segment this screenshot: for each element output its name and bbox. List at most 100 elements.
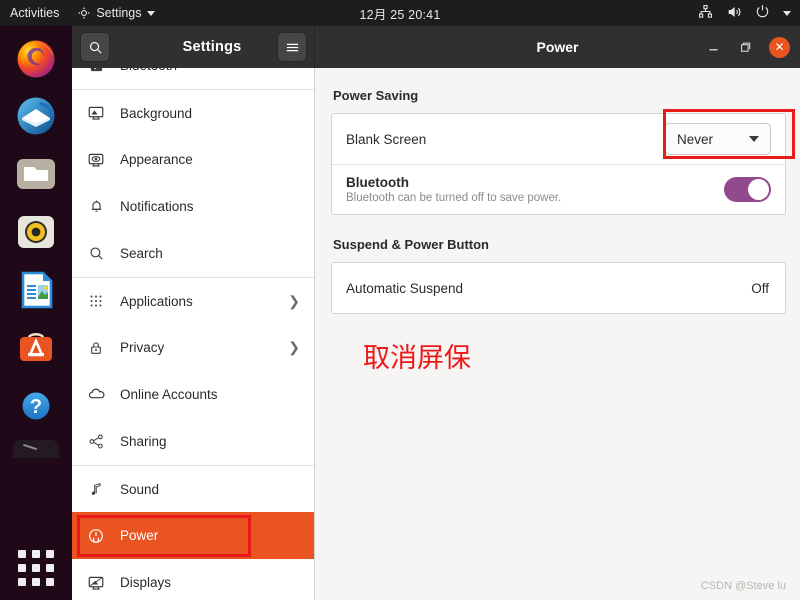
thunderbird-icon: [17, 97, 55, 135]
sidebar-item-displays[interactable]: Displays: [72, 559, 314, 600]
search-button[interactable]: [80, 32, 110, 62]
sidebar-item-label: Notifications: [120, 199, 194, 214]
system-tray: [698, 0, 791, 26]
appearance-monitor-icon: [86, 150, 106, 170]
bluetooth-text: Bluetooth Bluetooth can be turned off to…: [346, 175, 724, 204]
dock-item-firefox[interactable]: [12, 34, 60, 82]
grid-dot: [46, 550, 54, 558]
tray-caret-down-icon[interactable]: [783, 10, 791, 16]
help-question-icon: ?: [22, 392, 50, 420]
hamburger-menu-icon: [286, 43, 298, 51]
minimize-icon: [708, 48, 718, 50]
sidebar-item-notifications[interactable]: Notifications: [72, 183, 314, 230]
grid-dot: [32, 564, 40, 572]
grid-dot: [46, 578, 54, 586]
power-saving-card: Blank Screen Never Bluetooth Bluetooth c…: [331, 113, 786, 215]
suspend-card: Automatic Suspend Off: [331, 262, 786, 314]
libreoffice-writer-icon: [21, 271, 53, 309]
sidebar-item-bluetooth[interactable]: Bluetooth: [72, 68, 314, 89]
window-titlebar: Settings Power ✕: [72, 26, 800, 68]
maximize-button[interactable]: [737, 39, 753, 55]
bluetooth-description: Bluetooth can be turned off to save powe…: [346, 192, 562, 204]
dock-item-files[interactable]: [12, 150, 60, 198]
power-saving-heading: Power Saving: [333, 88, 419, 103]
grid-dot: [46, 564, 54, 572]
sidebar-item-label: Sound: [120, 481, 160, 497]
ubuntu-software-icon: [20, 333, 52, 361]
padlock-icon: [86, 338, 106, 358]
cloud-icon: [86, 385, 106, 405]
power-settings-panel: Power Saving Blank Screen Never Bluetoot…: [315, 68, 800, 600]
dock-item-partial-window[interactable]: [13, 440, 59, 458]
music-note-icon: [86, 479, 106, 499]
speaker-icon: [18, 216, 54, 248]
chevron-down-icon: [749, 136, 759, 142]
power-icon[interactable]: [755, 4, 770, 22]
dock-item-thunderbird[interactable]: [12, 92, 60, 140]
blank-screen-row: Blank Screen Never: [332, 114, 785, 164]
minimize-button[interactable]: [705, 39, 721, 55]
dock-item-ubuntu-software[interactable]: [12, 324, 60, 372]
sidebar-item-label: Search: [120, 246, 163, 261]
sidebar-item-label: Privacy: [120, 340, 165, 355]
settings-sidebar[interactable]: Bluetooth Background: [72, 68, 315, 600]
maximize-icon: [740, 42, 750, 52]
firefox-icon: [17, 40, 55, 78]
bluetooth-icon: [86, 68, 106, 76]
close-button[interactable]: ✕: [769, 36, 790, 58]
search-icon: [86, 244, 106, 264]
sidebar-item-search[interactable]: Search: [72, 230, 314, 277]
grid-dot: [32, 578, 40, 586]
settings-window: Settings Power ✕ Background Appearance N…: [72, 26, 800, 600]
titlebar-sidebar-section: Settings: [72, 26, 315, 68]
volume-icon[interactable]: [726, 4, 742, 23]
grid-dot: [18, 564, 26, 572]
show-applications-button[interactable]: [12, 544, 60, 592]
bell-icon: [86, 197, 106, 217]
share-nodes-icon: [86, 432, 106, 452]
desktop-screen: Activities Settings 12月 25 20:41 ? Setti…: [0, 0, 800, 600]
sidebar-item-label: Displays: [120, 575, 172, 590]
sidebar-item-appearance[interactable]: Appearance: [72, 136, 314, 183]
hamburger-menu-button[interactable]: [277, 32, 307, 62]
sidebar-item-label: Bluetooth: [120, 68, 300, 73]
titlebar-main-section: Power ✕: [315, 26, 800, 68]
sidebar-list: Bluetooth Background: [72, 68, 314, 600]
watermark: CSDN @Steve lu: [700, 580, 786, 592]
automatic-suspend-row[interactable]: Automatic Suspend Off: [332, 263, 785, 313]
dock-item-rhythmbox[interactable]: [12, 208, 60, 256]
sidebar-item-label: Online Accounts: [120, 387, 218, 402]
blank-screen-dropdown[interactable]: Never: [665, 123, 771, 155]
clock-button[interactable]: 12月 25 20:41: [0, 4, 800, 23]
blank-screen-value: Never: [677, 131, 714, 147]
network-wired-icon[interactable]: [698, 4, 713, 22]
displays-icon: [86, 573, 106, 593]
grid-dot: [32, 550, 40, 558]
dock-item-help[interactable]: ?: [12, 382, 60, 430]
sidebar-item-sharing[interactable]: Sharing: [72, 418, 314, 465]
window-body: Bluetooth Background: [72, 68, 800, 600]
blank-screen-label: Blank Screen: [346, 131, 427, 147]
monitor-icon: [86, 103, 106, 123]
gnome-top-bar: Activities Settings 12月 25 20:41: [0, 0, 800, 26]
dock-item-libreoffice-writer[interactable]: [12, 266, 60, 314]
grid-dots-icon: [86, 291, 106, 311]
sidebar-item-background[interactable]: Background: [72, 89, 314, 136]
annotation-text: 取消屏保: [363, 343, 471, 374]
bluetooth-row: Bluetooth Bluetooth can be turned off to…: [332, 164, 785, 214]
sidebar-item-applications[interactable]: Applications ❯: [72, 277, 314, 324]
bluetooth-toggle[interactable]: [724, 177, 771, 202]
sidebar-item-privacy[interactable]: Privacy ❯: [72, 324, 314, 371]
sidebar-item-sound[interactable]: Sound: [72, 465, 314, 512]
sidebar-item-label: Applications: [120, 293, 193, 309]
clock-label: 12月 25 20:41: [359, 7, 441, 22]
sidebar-item-label: Appearance: [120, 152, 193, 167]
search-icon: [89, 41, 102, 54]
sidebar-item-label: Power: [120, 528, 159, 543]
sidebar-item-power[interactable]: Power: [72, 512, 314, 559]
sidebar-item-online-accounts[interactable]: Online Accounts: [72, 371, 314, 418]
automatic-suspend-text: Automatic Suspend: [346, 281, 751, 296]
folder-icon: [17, 159, 55, 189]
bluetooth-label: Bluetooth: [346, 175, 409, 190]
power-circle-icon: [86, 526, 106, 546]
